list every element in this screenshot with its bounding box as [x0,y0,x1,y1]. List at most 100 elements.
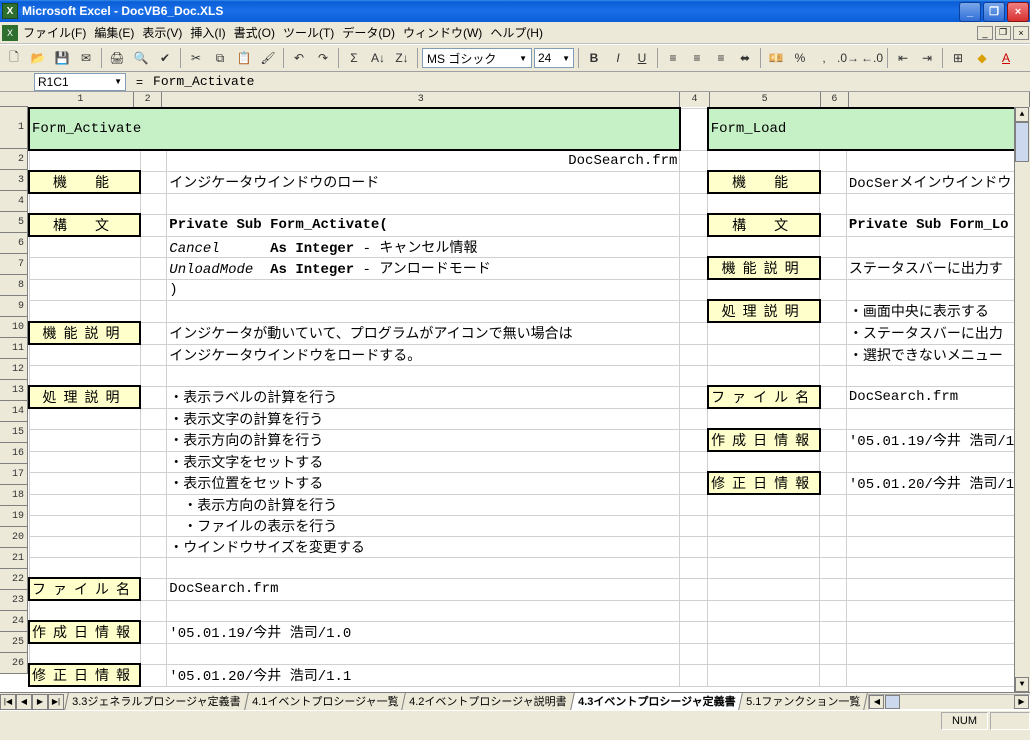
align-left-icon[interactable]: ≡ [662,47,684,69]
underline-icon[interactable]: U [631,47,653,69]
label-created[interactable]: 作成日情報 [29,621,140,643]
cell[interactable]: ・表示方向の計算を行う [167,494,680,515]
sort-desc-icon[interactable]: Z↓ [391,47,413,69]
label-koubun-b[interactable]: 構 文 [708,214,820,236]
column-header[interactable]: 3 [162,92,680,107]
cell[interactable]: ・表示文字をセットする [167,451,680,472]
row-header[interactable]: 16 [0,443,27,464]
row-header[interactable]: 22 [0,569,27,590]
menu-insert[interactable]: 挿入(I) [190,24,225,41]
label-filename-b[interactable]: ファイル名 [708,386,820,408]
cell-title-a[interactable]: Form_Activate [29,108,680,150]
tab-first-icon[interactable]: |◀ [0,694,16,710]
cell[interactable]: ・ウインドウサイズを変更する [167,536,680,557]
row-header[interactable]: 6 [0,233,27,254]
cell[interactable]: UnloadMode As Integer - アンロードモード [167,257,680,279]
row-header[interactable]: 17 [0,464,27,485]
row-header[interactable]: 7 [0,254,27,275]
label-modified[interactable]: 修正日情報 [29,664,140,686]
mdi-minimize[interactable]: _ [977,26,993,40]
cell[interactable]: インジケータウインドウをロードする。 [167,344,680,365]
menu-file[interactable]: ファイル(F) [23,24,86,41]
copy-icon[interactable]: ⧉ [209,47,231,69]
cell[interactable]: ・画面中央に表示する [846,300,1029,322]
print-icon[interactable]: 🖨 [106,47,128,69]
row-header[interactable]: 13 [0,380,27,401]
cut-icon[interactable]: ✂ [185,47,207,69]
redo-icon[interactable]: ↷ [312,47,334,69]
cell[interactable]: '05.01.20/今井 浩司/1. [846,472,1029,494]
row-header[interactable]: 14 [0,401,27,422]
label-kinou-b[interactable]: 機 能 [708,171,820,193]
font-selector[interactable]: MS ゴシック ▼ [422,48,532,68]
row-header[interactable]: 10 [0,317,27,338]
paste-icon[interactable]: 📋 [233,47,255,69]
scroll-up-icon[interactable]: ▲ [1015,107,1029,122]
cell[interactable]: ・表示位置をセットする [167,472,680,494]
tab-next-icon[interactable]: ▶ [32,694,48,710]
cell[interactable]: '05.01.20/今井 浩司/1.1 [167,664,680,686]
cell[interactable]: Private Sub Form_Lo [846,214,1029,236]
save-icon[interactable]: 💾 [51,47,73,69]
merge-icon[interactable]: ⬌ [734,47,756,69]
cell[interactable]: インジケータウインドウのロード [167,171,680,193]
sheet-tab[interactable]: 4.1イベントプロシージャ一覧 [244,692,407,710]
row-header[interactable]: 25 [0,632,27,653]
sort-asc-icon[interactable]: A↓ [367,47,389,69]
label-koubun[interactable]: 構 文 [29,214,140,236]
column-header[interactable]: 2 [134,92,163,107]
align-center-icon[interactable]: ≡ [686,47,708,69]
menu-window[interactable]: ウィンドウ(W) [403,24,482,41]
sheet-tab[interactable]: 3.3ジェネラルプロシージャ定義書 [64,692,249,710]
row-header[interactable]: 18 [0,485,27,506]
column-header[interactable]: 5 [710,92,821,107]
cell[interactable]: ・表示文字の計算を行う [167,408,680,429]
row-header[interactable]: 1 [0,107,27,149]
cell[interactable]: DocSerメインウインドウ [846,171,1029,193]
column-header[interactable]: 6 [821,92,850,107]
label-modified-b[interactable]: 修正日情報 [708,472,820,494]
menu-data[interactable]: データ(D) [342,24,395,41]
maximize-button[interactable]: ❐ [983,2,1005,22]
inc-decimal-icon[interactable]: .0→ [837,47,859,69]
cell[interactable] [680,108,708,150]
dec-decimal-icon[interactable]: ←.0 [861,47,883,69]
row-header[interactable]: 24 [0,611,27,632]
percent-icon[interactable]: % [789,47,811,69]
formula-text[interactable]: Form_Activate [153,74,1030,89]
sheet-tab[interactable]: 4.2イベントプロシージャ説明書 [401,692,575,710]
row-header[interactable]: 5 [0,212,27,233]
comma-icon[interactable]: , [813,47,835,69]
label-kinou-setsumei[interactable]: 機能説明 [29,322,140,344]
row-header[interactable]: 23 [0,590,27,611]
label-created-b[interactable]: 作成日情報 [708,429,820,451]
undo-icon[interactable]: ↶ [288,47,310,69]
menu-help[interactable]: ヘルプ(H) [490,24,543,41]
cell[interactable]: DocSearch.frm [846,386,1029,408]
menu-format[interactable]: 書式(O) [234,24,275,41]
row-header[interactable]: 2 [0,149,27,170]
cell[interactable]: '05.01.19/今井 浩司/1.0 [167,621,680,643]
currency-icon[interactable]: 💴 [765,47,787,69]
cell[interactable]: DocSearch.frm [167,578,680,600]
tab-last-icon[interactable]: ▶| [48,694,64,710]
label-kinou[interactable]: 機 能 [29,171,140,193]
cell[interactable]: ・表示ラベルの計算を行う [167,386,680,408]
cell[interactable]: DocSearch.frm [167,150,680,171]
format-painter-icon[interactable]: 🖌 [257,47,279,69]
row-header[interactable]: 20 [0,527,27,548]
cell[interactable]: ) [167,279,680,300]
scroll-thumb[interactable] [1015,122,1029,162]
menu-view[interactable]: 表示(V) [142,24,182,41]
row-header[interactable]: 19 [0,506,27,527]
row-header[interactable]: 26 [0,653,27,674]
align-right-icon[interactable]: ≡ [710,47,732,69]
name-box[interactable]: R1C1 ▼ [34,73,126,91]
column-header[interactable] [849,92,1030,107]
sheet-tab[interactable]: 4.3イベントプロシージャ定義書 [570,692,744,710]
bold-icon[interactable]: B [583,47,605,69]
cell[interactable]: ・選択できないメニュー [846,344,1029,365]
font-color-icon[interactable]: A [995,47,1017,69]
horizontal-scrollbar[interactable]: ◀ ▶ [868,694,1030,710]
new-icon[interactable]: 🗋 [3,47,25,69]
